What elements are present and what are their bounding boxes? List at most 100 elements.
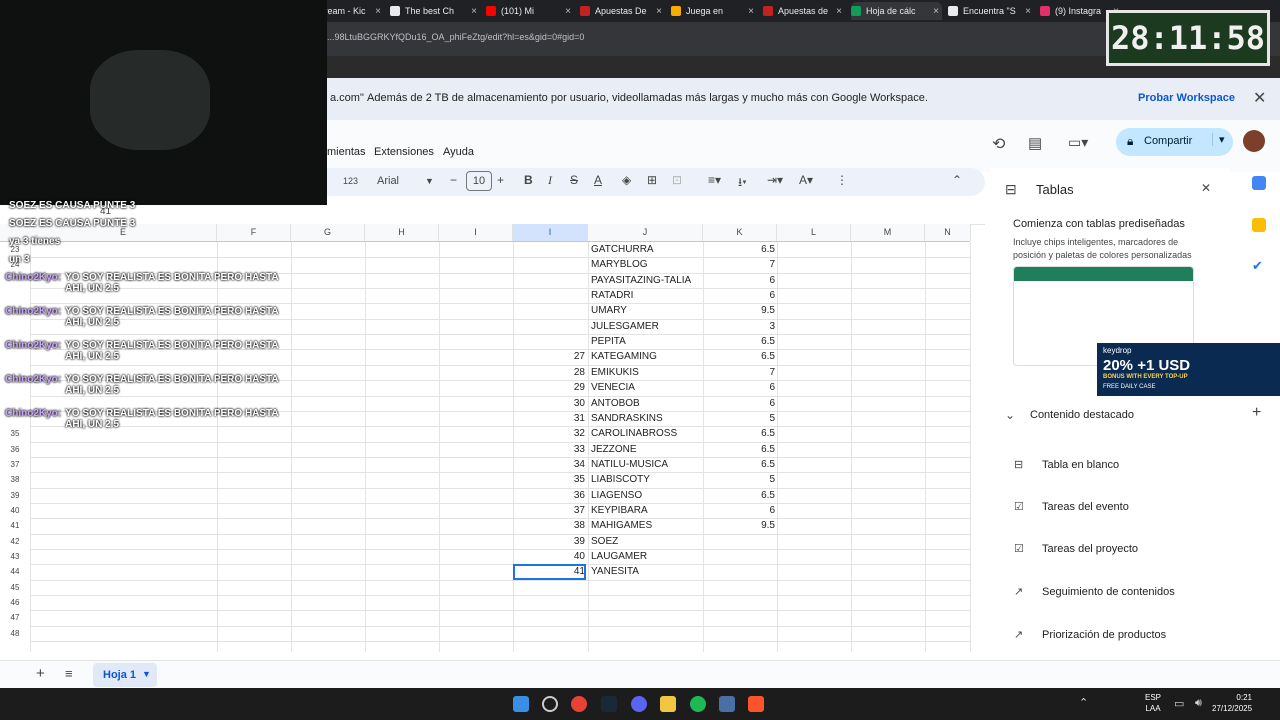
more-formats-button[interactable]: 123 [343,176,358,186]
cell-k[interactable]: 9.5 [703,303,775,318]
comments-icon[interactable]: ▤ [1028,134,1042,152]
panel-item-product-priority[interactable]: ↗ Priorización de productos [1014,628,1166,642]
add-addon-icon[interactable]: + [1252,404,1261,422]
cell-k[interactable]: 6 [703,396,775,411]
chrome-icon[interactable] [571,696,587,712]
try-workspace-link[interactable]: Probar Workspace [1138,92,1235,104]
column-header-j[interactable]: J [588,224,703,241]
cell-j[interactable]: LAUGAMER [591,549,647,564]
decrease-size-button[interactable]: − [450,173,457,187]
wrap-icon[interactable]: ⇥▾ [767,173,783,187]
app-icon[interactable] [542,696,558,712]
cell-i[interactable]: 35 [513,472,585,487]
avatar[interactable] [1243,130,1265,152]
row-number[interactable]: 36 [0,445,30,454]
language-indicator[interactable]: ESP LAA [1145,692,1161,714]
cell-j[interactable]: JULESGAMER [591,319,659,334]
fill-color-icon[interactable]: ◈ [622,173,631,187]
cell-j[interactable]: MAHIGAMES [591,518,652,533]
close-tab-icon[interactable]: × [933,6,939,17]
close-tab-icon[interactable]: × [748,6,754,17]
browser-tab[interactable]: Apuestas De × [580,2,665,20]
cell-k[interactable]: 6.5 [703,488,775,503]
cell-j[interactable]: EMIKUKIS [591,365,639,380]
close-tab-icon[interactable]: × [565,6,571,17]
panel-item-event-tasks[interactable]: ☑ Tareas del evento [1014,500,1129,514]
cell-i[interactable]: 34 [513,457,585,472]
cell-j[interactable]: LIABISCOTY [591,472,650,487]
increase-size-button[interactable]: + [497,173,504,187]
close-panel-icon[interactable]: ✕ [1201,181,1211,195]
cell-j[interactable]: KATEGAMING [591,349,657,364]
valign-icon[interactable]: ⭳▾ [738,173,747,194]
column-header-h[interactable]: H [365,224,439,241]
cell-j[interactable]: UMARY [591,303,627,318]
font-size-input[interactable]: 10 [466,171,492,191]
cell-i[interactable]: 37 [513,503,585,518]
folder-icon[interactable] [660,696,676,712]
close-tab-icon[interactable]: × [656,6,662,17]
cell-k[interactable]: 6.5 [703,334,775,349]
network-icon[interactable]: ▭ [1174,697,1184,710]
bold-button[interactable]: B [524,173,533,187]
close-tab-icon[interactable]: × [1025,6,1031,17]
cell-k[interactable]: 7 [703,257,775,272]
cell-i[interactable]: 27 [513,349,585,364]
cell-k[interactable]: 5 [703,472,775,487]
row-number[interactable]: 48 [0,629,30,638]
cell-i[interactable]: 28 [513,365,585,380]
cell-i[interactable]: 40 [513,549,585,564]
row-number[interactable]: 41 [0,521,30,530]
cell-j[interactable]: RATADRI [591,288,633,303]
column-header-i[interactable]: I [439,224,513,241]
cell-j[interactable]: ANTOBOB [591,396,640,411]
text-color-button[interactable]: A [594,173,602,187]
menu-tools[interactable]: mientas [327,146,366,158]
cell-k[interactable]: 6 [703,273,775,288]
row-number[interactable]: 46 [0,598,30,607]
chevron-down-icon[interactable]: ▾ [1212,133,1225,146]
row-number[interactable]: 42 [0,537,30,546]
steam-icon[interactable] [601,696,617,712]
column-header-l[interactable]: L [777,224,851,241]
volume-icon[interactable]: 🔊︎ [1195,697,1202,710]
cell-i[interactable]: 31 [513,411,585,426]
more-icon[interactable]: ⋮ [836,173,848,187]
cell-j[interactable]: PAYASITAZING-TALIA [591,273,691,288]
cell-j[interactable]: YANESITA [591,564,639,579]
cell-j[interactable]: CAROLINABROSS [591,426,677,441]
browser-tab[interactable]: Encuentra "S × [948,2,1034,20]
row-number[interactable]: 44 [0,567,30,576]
url-text[interactable]: ...98LtuBGGRKYfQDu16_OA_phiFeZtg/edit?hl… [327,32,584,42]
cell-j[interactable]: SOEZ [591,534,618,549]
browser-tab[interactable]: Apuestas de × [763,2,845,20]
cell-i[interactable]: 36 [513,488,585,503]
cell-j[interactable]: KEYPIBARA [591,503,648,518]
chevron-down-icon[interactable]: ⌄ [1005,408,1015,422]
start-icon[interactable] [513,696,529,712]
cell-k[interactable]: 6 [703,288,775,303]
column-header-i-selected[interactable]: I [513,224,588,241]
row-number[interactable]: 45 [0,583,30,592]
spotify-icon[interactable] [690,696,706,712]
row-number[interactable]: 47 [0,613,30,622]
row-number[interactable]: 39 [0,491,30,500]
align-icon[interactable]: ≡▾ [708,173,721,187]
close-tab-icon[interactable]: × [471,6,477,17]
cell-k[interactable]: 6.5 [703,426,775,441]
browser-tab[interactable]: (101) Mi × [486,2,574,20]
rotate-icon[interactable]: A▾ [799,173,813,187]
italic-button[interactable]: I [548,173,552,188]
clock[interactable]: 0:21 27/12/2025 [1212,692,1252,714]
cell-i[interactable]: 32 [513,426,585,441]
cell-k[interactable]: 6 [703,380,775,395]
discord-icon[interactable] [631,696,647,712]
sheet-tab-hoja1[interactable]: Hoja 1 ▼ [93,663,157,687]
selected-cell[interactable] [513,564,586,580]
chevron-down-icon[interactable]: ▼ [425,176,434,186]
cell-j[interactable]: SANDRASKINS [591,411,663,426]
cell-j[interactable]: JEZZONE [591,442,637,457]
history-icon[interactable]: ⟲ [992,134,1005,154]
cell-i[interactable]: 29 [513,380,585,395]
share-button[interactable]: 🔒︎ Compartir ▾ [1116,128,1233,156]
